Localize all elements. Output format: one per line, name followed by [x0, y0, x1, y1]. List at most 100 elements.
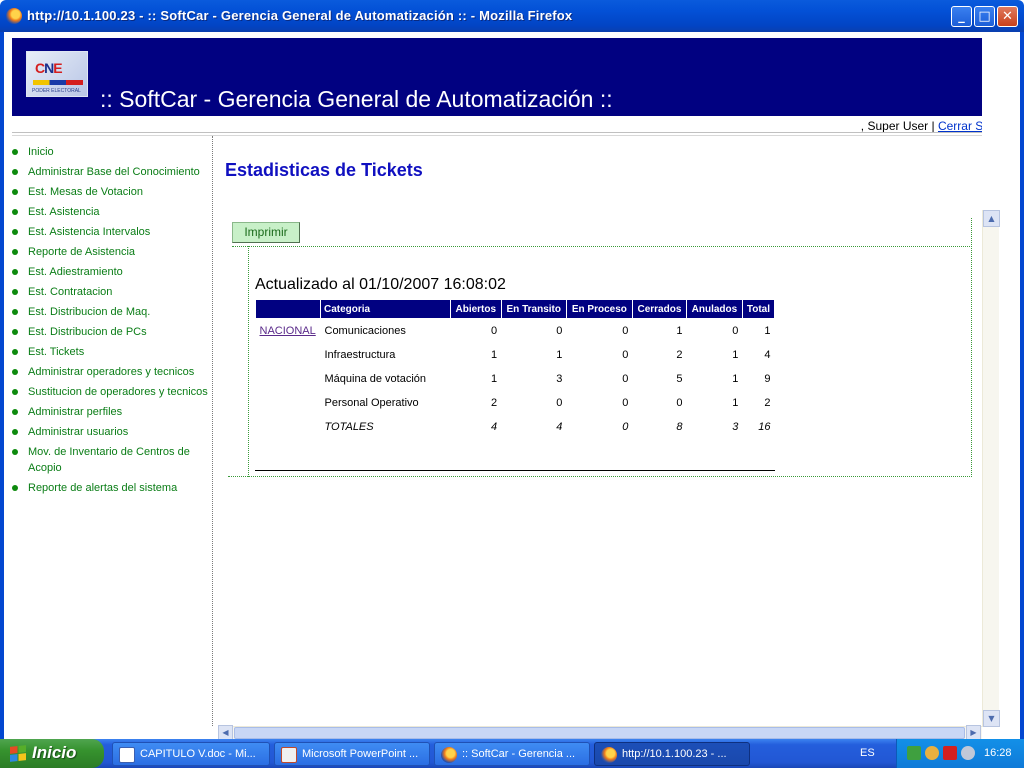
updated-timestamp: Actualizado al 01/10/2007 16:08:02	[255, 276, 506, 293]
maximize-button[interactable]: □	[974, 6, 995, 27]
region-cell	[256, 367, 321, 391]
anulados-cell: 1	[732, 348, 739, 361]
network-icon[interactable]	[907, 746, 921, 760]
logo-stripe	[33, 80, 83, 85]
taskbar: Inicio CAPITULO V.doc - Mi... Microsoft …	[0, 739, 1024, 768]
totals-label: TOTALES	[324, 420, 374, 433]
taskbar-item-firefox-active[interactable]: http://10.1.100.23 - ...	[594, 742, 750, 766]
header-banner: CNE PODER ELECTORAL :: SoftCar - Gerenci…	[12, 38, 982, 116]
table-row: Infraestructura 1 1 0 2 1 4	[256, 343, 775, 367]
clock: 16:28	[984, 747, 1012, 759]
en-proceso-cell: 0	[622, 372, 629, 385]
table-row: Personal Operativo 2 0 0 0 1 2	[256, 391, 775, 415]
panel-top-border	[232, 246, 972, 247]
en-transito-total: 4	[556, 420, 563, 433]
sidebar-item-alertas[interactable]: Reporte de alertas del sistema	[8, 480, 212, 496]
scroll-right-button[interactable]: ▶	[966, 725, 981, 740]
header-rule-secondary	[12, 135, 982, 136]
sidebar-item-usuarios[interactable]: Administrar usuarios	[8, 424, 212, 440]
abiertos-total: 4	[490, 420, 498, 433]
web-page: CNE PODER ELECTORAL :: SoftCar - Gerenci…	[4, 32, 982, 727]
anulados-total: 3	[732, 420, 739, 433]
page-title: Estadisticas de Tickets	[225, 160, 423, 180]
system-tray: 16:28	[896, 739, 1024, 768]
scroll-up-button[interactable]: ▲	[983, 210, 1000, 227]
start-button[interactable]: Inicio	[0, 739, 104, 768]
col-header-region	[255, 299, 321, 319]
minimize-button[interactable]: _	[951, 6, 972, 27]
header-rule	[12, 132, 982, 133]
category-cell: Máquina de votación	[324, 372, 427, 385]
window-title: http://10.1.100.23 - :: SoftCar - Gerenc…	[27, 8, 573, 23]
taskbar-item-firefox-softcar[interactable]: :: SoftCar - Gerencia ...	[434, 742, 590, 766]
vertical-scrollbar[interactable]: ▲ ▼	[982, 210, 1000, 727]
antivirus-icon[interactable]	[943, 746, 957, 760]
col-header-abiertos: Abiertos	[450, 299, 502, 319]
total-cell: 4	[764, 348, 771, 361]
anulados-cell: 1	[732, 372, 739, 385]
table-bottom-rule	[255, 470, 775, 471]
abiertos-cell: 2	[490, 396, 498, 409]
language-indicator[interactable]: ES	[860, 747, 875, 759]
cerrados-cell: 5	[676, 372, 683, 385]
volume-icon[interactable]	[961, 746, 975, 760]
sidebar-item-perfiles[interactable]: Administrar perfiles	[8, 404, 212, 420]
sidebar-item-asistencia[interactable]: Est. Asistencia	[8, 204, 212, 220]
powerpoint-icon	[281, 747, 297, 763]
en-transito-cell: 1	[556, 348, 563, 361]
sidebar-item-distribucion-maq[interactable]: Est. Distribucion de Maq.	[8, 304, 212, 320]
col-header-cerrados: Cerrados	[631, 299, 688, 319]
category-cell: Personal Operativo	[324, 396, 419, 409]
window-titlebar: http://10.1.100.23 - :: SoftCar - Gerenc…	[0, 0, 1024, 32]
taskbar-item-label: http://10.1.100.23 - ...	[622, 748, 727, 760]
sidebar-item-base-conocimiento[interactable]: Administrar Base del Conocimiento	[8, 164, 212, 180]
sidebar-item-inventario[interactable]: Mov. de Inventario de Centros de Acopio	[8, 444, 212, 476]
horizontal-scroll-thumb[interactable]	[234, 727, 965, 739]
taskbar-item-powerpoint[interactable]: Microsoft PowerPoint ...	[274, 742, 430, 766]
table-row: Máquina de votación 1 3 0 5 1 9	[256, 367, 775, 391]
sidebar-item-distribucion-pcs[interactable]: Est. Distribucion de PCs	[8, 324, 212, 340]
messenger-icon[interactable]	[925, 746, 939, 760]
panel-right-border	[971, 218, 972, 477]
tickets-table: Categoria Abiertos En Transito En Proces…	[255, 299, 776, 439]
user-bar: , Super User | Cerrar Sesion	[861, 119, 982, 133]
logout-link[interactable]: Cerrar Sesion	[938, 119, 982, 133]
taskbar-item-label: CAPITULO V.doc - Mi...	[140, 748, 256, 760]
grand-total: 16	[758, 420, 771, 433]
category-cell: Infraestructura	[324, 348, 396, 361]
horizontal-scrollbar[interactable]: ◀ ▶	[218, 725, 982, 740]
cne-logo: CNE PODER ELECTORAL	[26, 51, 88, 97]
sidebar-item-sustitucion[interactable]: Sustitucion de operadores y tecnicos	[8, 384, 212, 400]
sidebar-item-inicio[interactable]: Inicio	[8, 144, 212, 160]
en-transito-cell: 0	[556, 324, 563, 337]
scroll-down-button[interactable]: ▼	[983, 710, 1000, 727]
panel-left-border	[248, 246, 249, 477]
total-cell: 9	[764, 372, 771, 385]
sidebar-item-mesas-votacion[interactable]: Est. Mesas de Votacion	[8, 184, 212, 200]
taskbar-item-label: Microsoft PowerPoint ...	[302, 748, 419, 760]
firefox-icon	[6, 8, 22, 24]
sidebar-item-tickets[interactable]: Est. Tickets	[8, 344, 212, 360]
start-label: Inicio	[32, 743, 77, 762]
en-proceso-cell: 0	[622, 348, 629, 361]
sidebar-item-adiestramiento[interactable]: Est. Adiestramiento	[8, 264, 212, 280]
en-proceso-total: 0	[622, 420, 629, 433]
sidebar-item-asistencia-intervalos[interactable]: Est. Asistencia Intervalos	[8, 224, 212, 240]
sidebar-item-operadores[interactable]: Administrar operadores y tecnicos	[8, 364, 212, 380]
print-button[interactable]: Imprimir	[232, 222, 300, 243]
cerrados-total: 8	[676, 420, 683, 433]
close-button[interactable]: ✕	[997, 6, 1018, 27]
scroll-left-button[interactable]: ◀	[218, 725, 233, 740]
sidebar-item-contratacion[interactable]: Est. Contratacion	[8, 284, 212, 300]
region-link-nacional[interactable]: NACIONAL	[260, 325, 316, 337]
totals-row: TOTALES 4 4 0 8 3 16	[256, 415, 775, 439]
taskbar-item-word[interactable]: CAPITULO V.doc - Mi...	[112, 742, 270, 766]
col-header-en-transito: En Transito	[500, 299, 567, 319]
logo-caption: PODER ELECTORAL	[32, 88, 81, 94]
total-cell: 2	[764, 396, 771, 409]
region-cell	[256, 343, 321, 367]
sidebar-nav: Inicio Administrar Base del Conocimiento…	[8, 144, 212, 500]
sidebar-item-reporte-asistencia[interactable]: Reporte de Asistencia	[8, 244, 212, 260]
windows-flag-icon	[10, 745, 26, 762]
cerrados-cell: 2	[676, 348, 683, 361]
